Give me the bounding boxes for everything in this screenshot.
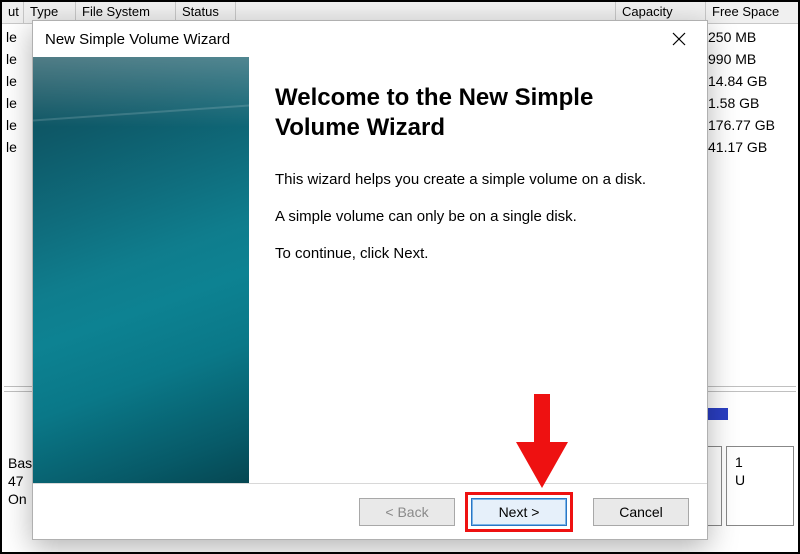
close-icon — [672, 32, 686, 46]
wizard-paragraph: A simple volume can only be on a single … — [275, 208, 683, 225]
close-button[interactable] — [659, 25, 699, 53]
partition-size: 1 — [735, 453, 785, 471]
list-item[interactable]: le — [6, 70, 17, 92]
free-space-value: 990 MB — [704, 48, 796, 70]
free-space-column: 250 MB 990 MB 14.84 GB 1.58 GB 176.77 GB… — [704, 26, 796, 158]
annotation-highlight: Next > — [465, 492, 573, 532]
dialog-title: New Simple Volume Wizard — [45, 31, 659, 48]
back-button: < Back — [359, 498, 455, 526]
free-space-value: 1.58 GB — [704, 92, 796, 114]
dialog-titlebar[interactable]: New Simple Volume Wizard — [33, 21, 707, 57]
partition-status: U — [735, 471, 785, 489]
col-header-freespace[interactable]: Free Space — [706, 2, 798, 23]
wizard-heading: Welcome to the New Simple Volume Wizard — [275, 83, 683, 143]
cancel-button[interactable]: Cancel — [593, 498, 689, 526]
list-item[interactable]: le — [6, 48, 17, 70]
list-item[interactable]: le — [6, 136, 17, 158]
col-header-ut[interactable]: ut — [2, 2, 24, 23]
volume-list-left-fragment: le le le le le le — [6, 26, 17, 158]
wizard-paragraph: To continue, click Next. — [275, 245, 683, 262]
next-button[interactable]: Next > — [471, 498, 567, 526]
list-item[interactable]: le — [6, 114, 17, 136]
free-space-value: 41.17 GB — [704, 136, 796, 158]
wizard-paragraph: This wizard helps you create a simple vo… — [275, 171, 683, 188]
list-item[interactable]: le — [6, 92, 17, 114]
wizard-content: Welcome to the New Simple Volume Wizard … — [249, 57, 707, 483]
wizard-footer: < Back Next > Cancel — [33, 483, 707, 539]
partition-box[interactable]: 1 U — [726, 446, 794, 526]
list-item[interactable]: le — [6, 26, 17, 48]
free-space-value: 14.84 GB — [704, 70, 796, 92]
free-space-value: 176.77 GB — [704, 114, 796, 136]
new-simple-volume-wizard-dialog: New Simple Volume Wizard Welcome to the … — [32, 20, 708, 540]
wizard-side-graphic — [33, 57, 249, 483]
free-space-value: 250 MB — [704, 26, 796, 48]
